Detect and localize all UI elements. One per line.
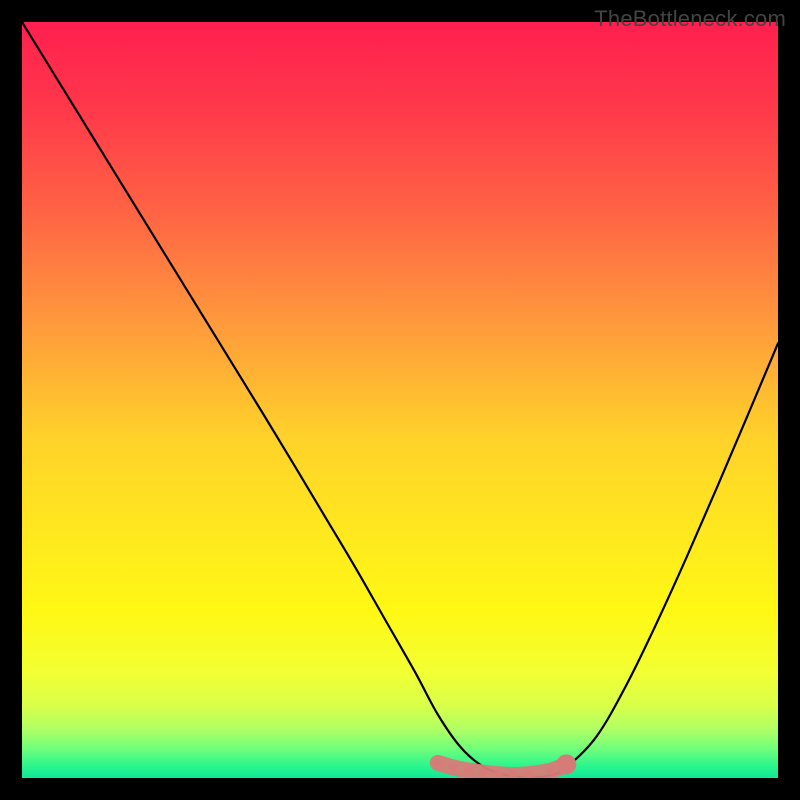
bottleneck-plot [0,0,800,800]
marker-dot [479,768,488,777]
marker-dot [449,763,458,772]
marker-end-dot [556,754,576,774]
marker-dot [494,770,503,779]
marker-dot [433,758,442,767]
marker-dot [464,766,473,775]
plot-background [22,22,778,778]
watermark-text: TheBottleneck.com [594,6,786,32]
marker-dot [524,770,533,779]
marker-dot [547,766,556,775]
chart-container: TheBottleneck.com [0,0,800,800]
